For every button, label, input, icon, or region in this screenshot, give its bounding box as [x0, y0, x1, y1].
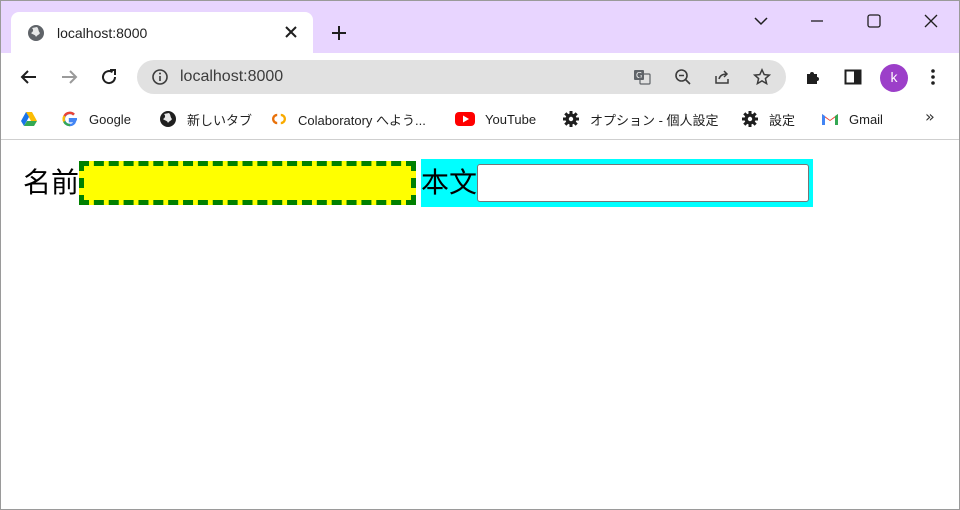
chevron-down-icon[interactable]	[751, 11, 771, 31]
body-field-wrapper: 本文	[421, 159, 814, 207]
tab-localhost[interactable]: localhost:8000	[11, 12, 313, 53]
body-label: 本文	[421, 166, 478, 199]
form-row: 名前 本文	[23, 159, 814, 207]
bookmark-label: Colaboratory へよう...	[298, 112, 426, 128]
page-content: 名前 本文	[1, 141, 959, 509]
gear-icon	[742, 111, 758, 127]
bookmarks-bar: Google 新しいタブ Colaboratory へよう... YouTube	[1, 101, 959, 140]
zoom-out-icon[interactable]	[674, 68, 692, 86]
bookmark-new-tab[interactable]: 新しいタブ	[159, 109, 252, 129]
info-icon[interactable]	[151, 68, 169, 86]
bookmark-youtube[interactable]: YouTube	[455, 109, 536, 129]
name-label: 名前	[23, 166, 80, 199]
bookmark-colaboratory[interactable]: Colaboratory へよう...	[270, 109, 426, 129]
bookmark-label: Gmail	[849, 111, 883, 127]
close-tab-icon[interactable]	[283, 24, 299, 40]
bookmark-label: YouTube	[485, 111, 537, 127]
address-bar[interactable]: localhost:8000 G	[137, 60, 786, 94]
minimize-button[interactable]	[807, 11, 827, 31]
bookmark-label: オプション - 個人設定	[590, 112, 719, 128]
translate-icon[interactable]: G	[633, 68, 651, 86]
bookmark-options[interactable]: オプション - 個人設定	[562, 109, 719, 129]
star-icon[interactable]	[753, 68, 771, 86]
tab-title: localhost:8000	[57, 25, 148, 41]
share-icon[interactable]	[713, 68, 731, 86]
forward-arrow-icon[interactable]	[59, 67, 79, 87]
browser-window: localhost:8000 localhost:8000 G k Google…	[0, 0, 960, 510]
google-drive-icon	[21, 112, 37, 126]
name-input[interactable]	[79, 161, 417, 205]
bookmark-settings[interactable]: 設定	[741, 109, 795, 129]
reload-icon[interactable]	[99, 67, 119, 87]
tab-strip: localhost:8000	[1, 1, 959, 53]
back-arrow-icon[interactable]	[19, 67, 39, 87]
globe-icon	[28, 25, 44, 41]
bookmark-label: 設定	[769, 112, 796, 128]
colab-icon	[272, 113, 286, 125]
menu-dots-icon[interactable]	[923, 67, 943, 87]
close-window-button[interactable]	[921, 11, 941, 31]
side-panel-icon[interactable]	[843, 67, 863, 87]
gmail-icon	[822, 114, 838, 125]
bookmark-gmail[interactable]: Gmail	[821, 109, 883, 129]
svg-text:G: G	[636, 71, 642, 80]
profile-avatar[interactable]: k	[880, 64, 908, 92]
toolbar: localhost:8000 G k	[1, 53, 959, 101]
bookmark-google[interactable]: Google	[61, 109, 131, 129]
bookmark-label: 新しいタブ	[187, 112, 253, 128]
gear-icon	[563, 111, 579, 127]
extensions-puzzle-icon[interactable]	[803, 67, 823, 87]
maximize-button[interactable]	[864, 11, 884, 31]
bookmark-label: Google	[89, 111, 131, 127]
globe-icon	[160, 111, 176, 127]
youtube-icon	[455, 112, 475, 126]
bookmark-google-drive[interactable]	[20, 109, 38, 129]
address-url: localhost:8000	[180, 68, 284, 85]
new-tab-button[interactable]	[329, 23, 349, 43]
body-input[interactable]	[477, 164, 810, 202]
bookmarks-overflow-chevron[interactable]: »	[925, 107, 935, 126]
google-g-icon	[62, 111, 77, 127]
